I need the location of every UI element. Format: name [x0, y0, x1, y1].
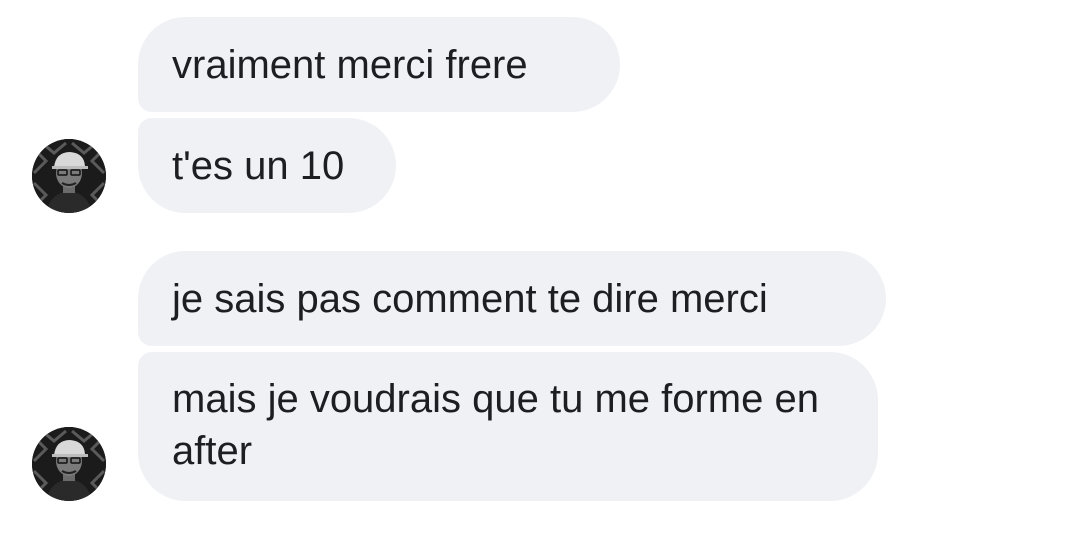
message-text: t'es un 10	[172, 144, 345, 188]
message-text: je sais pas comment te dire merci	[172, 277, 768, 321]
avatar[interactable]	[32, 139, 106, 213]
avatar-photo-icon	[32, 427, 106, 501]
avatar-photo-icon	[32, 139, 106, 213]
message-bubble[interactable]: vraiment merci frere	[138, 17, 620, 112]
message-text: mais je voudrais que tu me forme en afte…	[172, 377, 819, 473]
message-bubble[interactable]: mais je voudrais que tu me forme en afte…	[138, 352, 878, 501]
avatar[interactable]	[32, 427, 106, 501]
chat-thread: vraiment merci frere t'es un 10 je sais …	[0, 0, 1080, 533]
message-bubble[interactable]: t'es un 10	[138, 118, 396, 213]
message-text: vraiment merci frere	[172, 43, 528, 87]
message-bubble[interactable]: je sais pas comment te dire merci	[138, 251, 886, 346]
